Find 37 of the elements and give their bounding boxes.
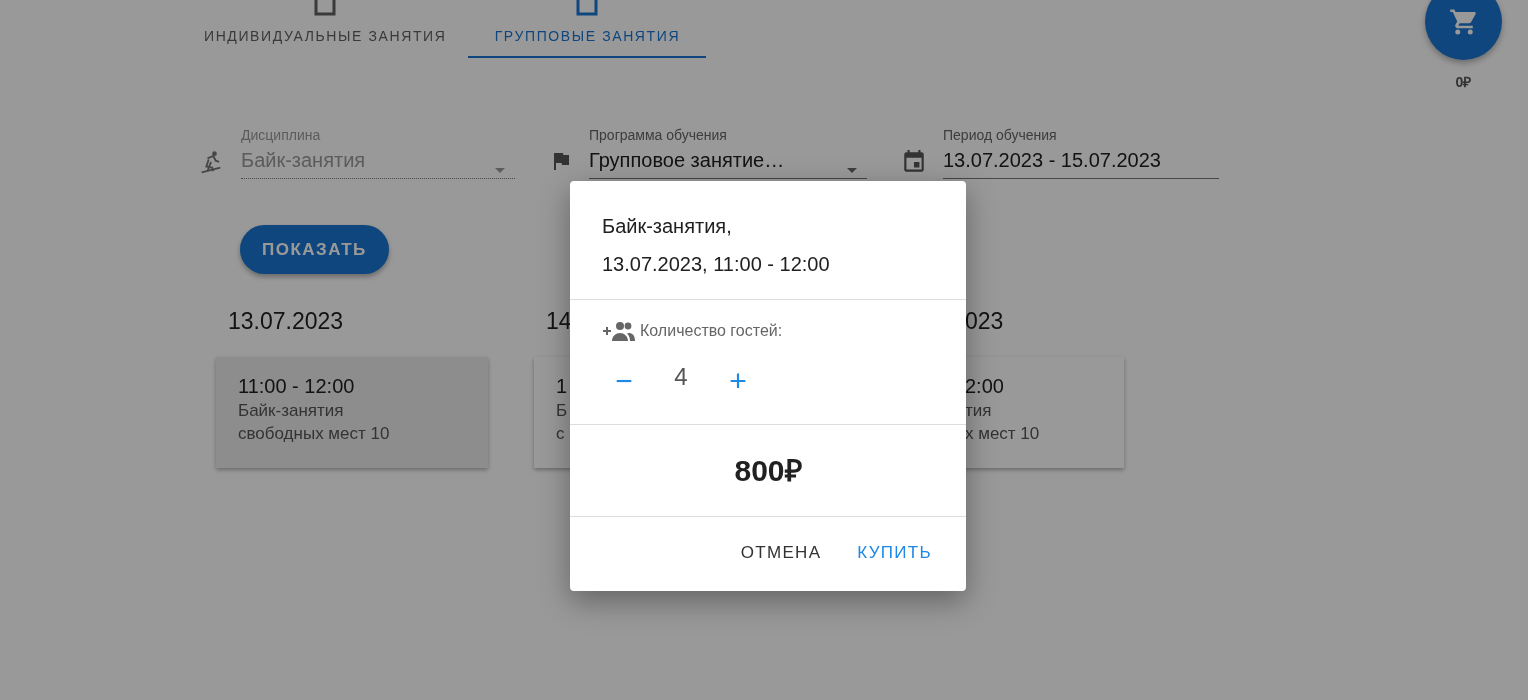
session-time: 11:00 - 12:00 [238, 375, 355, 398]
increment-button[interactable]: + [716, 364, 760, 398]
date-range-field[interactable]: Период обучения 13.07.2023 - 15.07.2023 [943, 127, 1219, 179]
tab[interactable]: ГРУППОВЫЕ ЗАНЯТИЯ [468, 0, 707, 58]
tab[interactable]: ИНДИВИДУАЛЬНЫЕ ЗАНЯТИЯ [182, 0, 469, 58]
field-label: Дисциплина [241, 127, 321, 143]
free-seats: х мест 10 [965, 424, 1040, 444]
decrement-button[interactable]: − [602, 364, 646, 398]
session-name: тия [965, 401, 992, 421]
select-field[interactable]: Программа обучения Групповое занятие… [589, 127, 867, 179]
dialog-title: 13.07.2023, 11:00 - 12:00 [602, 252, 831, 277]
session-time: 1 [556, 375, 568, 398]
session-name: Байк-занятия [238, 401, 344, 421]
cart-button[interactable] [1425, 0, 1502, 60]
session-time: 2:00 [965, 375, 1004, 398]
session-card[interactable]: 11:00 - 12:00 Байк-занятия свободных мест 10 [216, 357, 488, 468]
day-date: 023 [965, 308, 1004, 335]
cancel-button[interactable]: ОТМЕНА [728, 537, 834, 569]
total-price: 800₽ [570, 425, 966, 517]
add-people-icon [602, 320, 636, 342]
field-label: Период обучения [943, 127, 1057, 143]
field-label: Программа обучения [589, 127, 727, 143]
guests-label: Количество гостей: [640, 322, 783, 340]
guest-count: 4 [673, 363, 689, 391]
free-seats: с [556, 424, 565, 444]
calendar-icon [901, 149, 927, 175]
field-value: Байк-занятия [241, 149, 366, 172]
session-name: Б [556, 401, 568, 421]
field-value: 13.07.2023 - 15.07.2023 [943, 149, 1161, 172]
day-date: 13.07.2023 [228, 308, 344, 335]
field-value: Групповое занятие… [589, 149, 785, 172]
dialog-title: Байк-занятия, [602, 214, 733, 239]
show-button[interactable]: ПОКАЗАТЬ [240, 225, 389, 274]
buy-button[interactable]: КУПИТЬ [845, 537, 944, 569]
cart-total: 0₽ [1455, 73, 1472, 91]
free-seats: свободных мест 10 [238, 424, 390, 444]
day-date: 14 [546, 308, 572, 335]
